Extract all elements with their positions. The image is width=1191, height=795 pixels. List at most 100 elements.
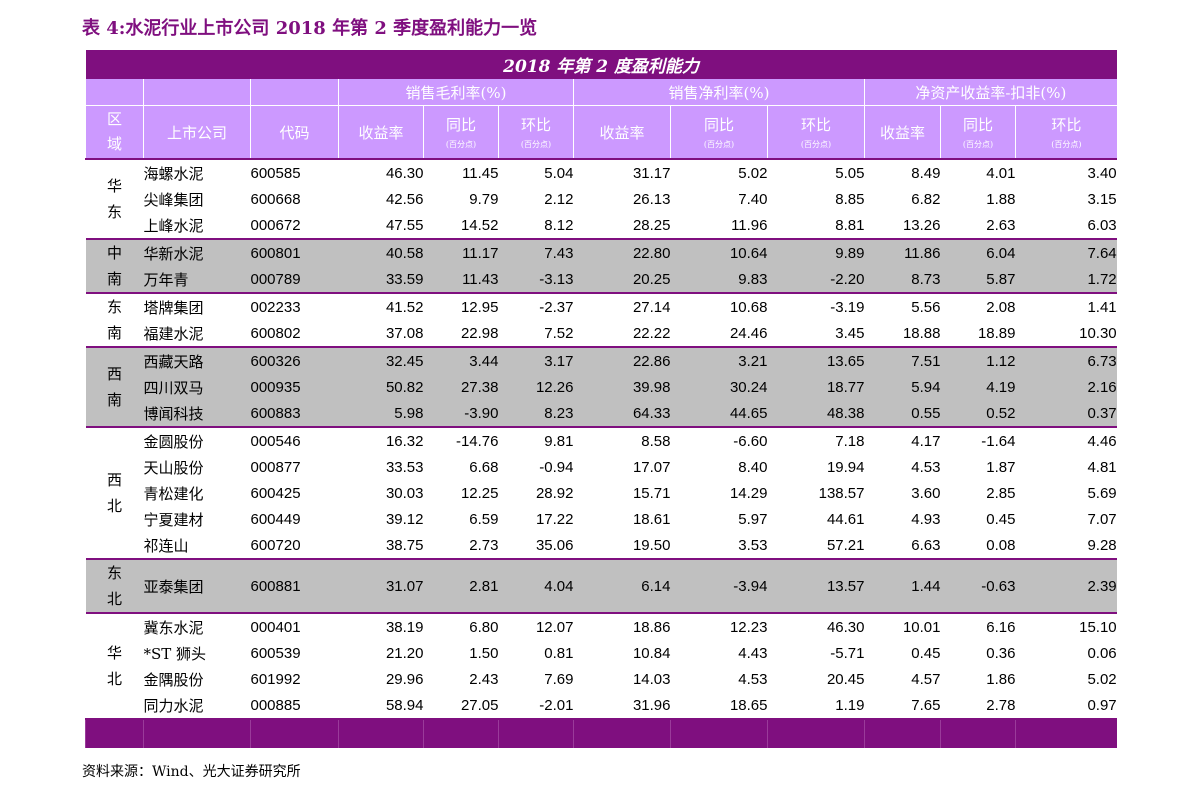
group-header-gross-margin: 销售毛利率(%) — [338, 79, 574, 106]
code-cell: 600802 — [250, 320, 339, 347]
value-cell: 2.85 — [940, 480, 1016, 506]
company-cell: 宁夏建材 — [143, 506, 251, 532]
value-cell: 6.82 — [864, 186, 941, 212]
company-cell: 四川双马 — [143, 374, 251, 400]
value-cell: 33.59 — [338, 266, 424, 293]
value-cell: 5.56 — [864, 292, 941, 320]
value-cell: 29.96 — [338, 666, 424, 692]
header-unit-note: (百分点) — [445, 140, 477, 149]
table-row: 华东海螺水泥 600585 46.30 11.45 5.04 31.17 5.02 5.05 8… — [85, 158, 1117, 239]
value-cell: 22.22 — [573, 320, 671, 347]
header-blank — [85, 79, 144, 106]
value-cell: 18.77 — [767, 374, 865, 400]
value-cell: 1.12 — [940, 346, 1016, 374]
value-cell: -3.90 — [423, 400, 499, 427]
company-cell: 金圆股份 — [143, 426, 251, 454]
value-cell: 1.41 — [1015, 292, 1117, 320]
region-cell: 华东 — [85, 158, 144, 239]
value-cell: 3.17 — [498, 346, 574, 374]
code-cell: 600326 — [250, 346, 339, 374]
value-cell: 9.81 — [498, 426, 574, 454]
header-rate: 收益率 — [864, 105, 941, 159]
value-cell: 1.50 — [423, 640, 499, 666]
value-cell: 3.21 — [670, 346, 768, 374]
footer-cell — [250, 718, 339, 748]
value-cell: 37.08 — [338, 320, 424, 347]
value-cell: 18.61 — [573, 506, 671, 532]
value-cell: 18.88 — [864, 320, 941, 347]
source-note: 资料来源：Wind、光大证券研究所 — [82, 764, 301, 780]
value-cell: 38.75 — [338, 532, 424, 559]
code-cell: 000877 — [250, 454, 339, 480]
company-cell: 博闻科技 — [143, 400, 251, 427]
value-cell: 3.60 — [864, 480, 941, 506]
header-rate: 收益率 — [573, 105, 671, 159]
value-cell: 24.46 — [670, 320, 768, 347]
company-cell: 西藏天路 — [143, 346, 251, 374]
company-cell: 福建水泥 — [143, 320, 251, 347]
code-cell: 600425 — [250, 480, 339, 506]
value-cell: 3.15 — [1015, 186, 1117, 212]
value-cell: 35.06 — [498, 532, 574, 559]
table-row: 上峰水泥 000672 47.55 14.52 8.12 28.25 11.96 8.81 13… — [86, 212, 1117, 239]
value-cell: 6.68 — [423, 454, 499, 480]
code-cell: 600668 — [250, 186, 339, 212]
value-cell: 8.49 — [864, 158, 941, 186]
value-cell: 0.36 — [940, 640, 1016, 666]
code-cell: 002233 — [250, 292, 339, 320]
value-cell: 0.81 — [498, 640, 574, 666]
value-cell: 2.16 — [1015, 374, 1117, 400]
value-cell: 7.69 — [498, 666, 574, 692]
value-cell: 5.97 — [670, 506, 768, 532]
value-cell: 5.98 — [338, 400, 424, 427]
value-cell: 21.20 — [338, 640, 424, 666]
value-cell: 1.88 — [940, 186, 1016, 212]
value-cell: 10.84 — [573, 640, 671, 666]
value-cell: 19.94 — [767, 454, 865, 480]
code-cell: 000885 — [250, 692, 339, 719]
value-cell: 6.73 — [1015, 346, 1117, 374]
value-cell: -2.01 — [498, 692, 574, 719]
footer-cell — [1014, 718, 1117, 748]
value-cell: 9.79 — [423, 186, 499, 212]
header-qoq: 环比 (百分点) — [498, 105, 574, 159]
region-cell: 西南 — [85, 346, 144, 427]
header-yoy-label: 同比 — [445, 116, 476, 134]
code-cell: 600881 — [250, 558, 339, 613]
value-cell: 10.64 — [670, 238, 768, 266]
table-title: 表 4:水泥行业上市公司 2018 年第 2 季度盈利能力一览 — [82, 18, 538, 39]
value-cell: 8.81 — [767, 212, 865, 239]
company-cell: *ST 狮头 — [143, 640, 251, 666]
value-cell: 10.01 — [864, 612, 941, 640]
value-cell: 6.59 — [423, 506, 499, 532]
value-cell: 2.08 — [940, 292, 1016, 320]
value-cell: 0.45 — [940, 506, 1016, 532]
table-row: 博闻科技 600883 5.98 -3.90 8.23 64.33 44.65 48.38 0.… — [86, 400, 1117, 427]
value-cell: 0.52 — [940, 400, 1016, 427]
value-cell: 27.14 — [573, 292, 671, 320]
value-cell: 32.45 — [338, 346, 424, 374]
value-cell: 138.57 — [767, 480, 865, 506]
table-row: 金隅股份 601992 29.96 2.43 7.69 14.03 4.53 20.45 4.5… — [86, 666, 1117, 692]
table-row: 尖峰集团 600668 42.56 9.79 2.12 26.13 7.40 8.85 6.82… — [86, 186, 1117, 212]
profitability-table: 2018 年第 2 度盈利能力 销售毛利率(%) 销售净利率(%) 净资产收益率… — [85, 50, 1117, 748]
header-yoy: 同比 (百分点) — [670, 105, 768, 159]
value-cell: 4.01 — [940, 158, 1016, 186]
value-cell: 1.19 — [767, 692, 865, 719]
table-footer-bar — [85, 718, 1117, 748]
code-cell: 600449 — [250, 506, 339, 532]
value-cell: 47.55 — [338, 212, 424, 239]
table-row: 天山股份 000877 33.53 6.68 -0.94 17.07 8.40 19.94 4.… — [86, 454, 1117, 480]
value-cell: 22.80 — [573, 238, 671, 266]
value-cell: 12.95 — [423, 292, 499, 320]
value-cell: 7.40 — [670, 186, 768, 212]
code-cell: 000546 — [250, 426, 339, 454]
code-cell: 600720 — [250, 532, 339, 559]
header-unit-note: (百分点) — [962, 140, 994, 149]
value-cell: 10.68 — [670, 292, 768, 320]
header-qoq: 环比 (百分点) — [1014, 105, 1117, 159]
table-row: 西北金圆股份 000546 16.32 -14.76 9.81 8.58 -6.60 7.18… — [85, 426, 1117, 559]
value-cell: 10.30 — [1015, 320, 1117, 347]
company-cell: 万年青 — [143, 266, 251, 293]
code-cell: 000789 — [250, 266, 339, 293]
